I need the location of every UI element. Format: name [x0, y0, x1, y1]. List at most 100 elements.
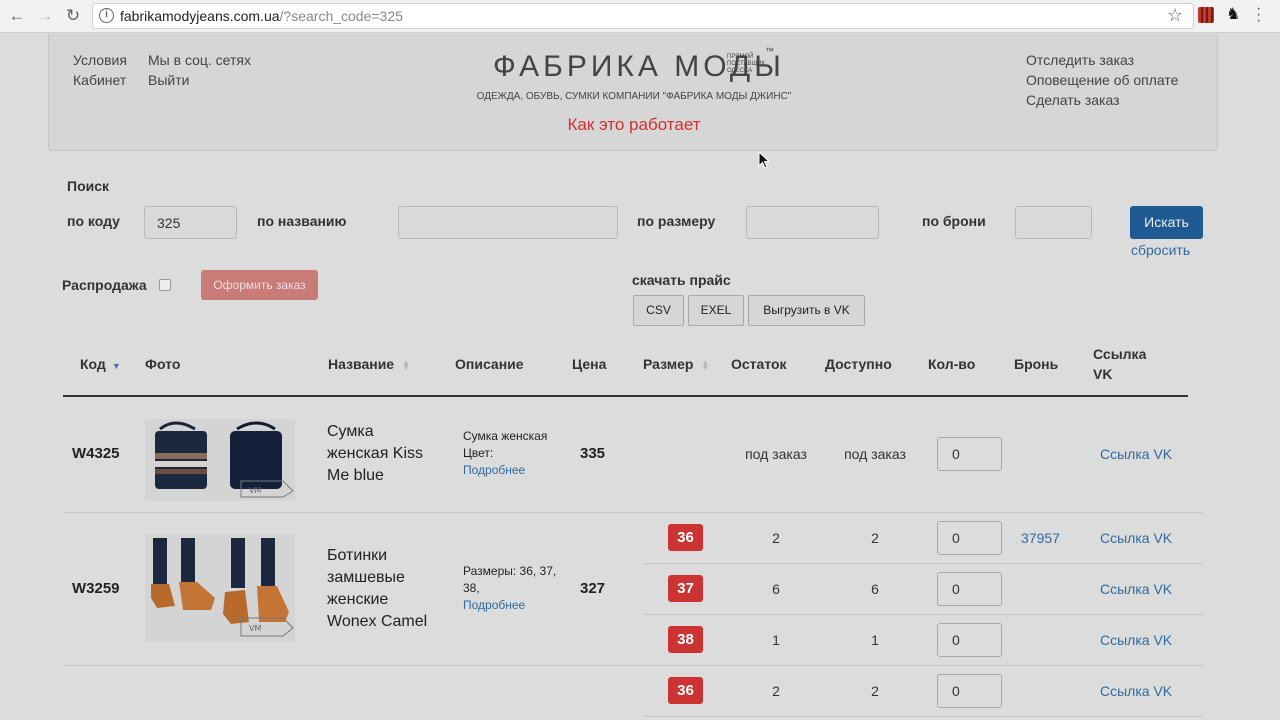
sort-desc-icon: ▼ — [111, 361, 121, 371]
vk-link[interactable]: Ссылка VK — [1100, 530, 1172, 546]
browser-toolbar: ← → ↻ i fabrikamodyjeans.com.ua/?search_… — [0, 0, 1280, 33]
by-code-label: по коду — [67, 213, 120, 229]
sort-icon: ▲ ▼ — [402, 358, 411, 373]
name-search-input[interactable] — [398, 206, 618, 239]
col-qty-header: Кол-во — [928, 356, 976, 372]
product-description: Размеры: 36, 37, 38, Подробнее — [463, 563, 567, 614]
quantity-input[interactable]: 0 — [937, 623, 1002, 657]
more-link[interactable]: Подробнее — [463, 462, 573, 479]
row-divider — [63, 665, 1203, 666]
available-cell: 1 — [871, 632, 879, 648]
vk-link[interactable]: Ссылка VK — [1100, 446, 1172, 462]
by-reservation-label: по брони — [922, 213, 986, 229]
vk-link[interactable]: Ссылка VK — [1100, 632, 1172, 648]
quantity-input[interactable]: 0 — [937, 674, 1002, 708]
forward-arrow-icon[interactable]: → — [34, 6, 56, 26]
search-button[interactable]: Искать — [1130, 206, 1203, 239]
col-code-header[interactable]: Код ▼ — [80, 354, 121, 376]
download-price-label: скачать прайс — [632, 272, 731, 288]
table-header-divider — [63, 395, 1188, 397]
code-search-input[interactable]: 325 — [144, 206, 237, 239]
sale-label: Распродажа — [62, 277, 147, 293]
product-price: 327 — [580, 580, 606, 597]
page: Условия Мы в соц. сетях Кабинет Выйти ФА… — [0, 34, 1280, 720]
product-price: 335 — [580, 445, 606, 462]
stock-cell: 2 — [772, 530, 780, 546]
size-badge: 36 — [668, 677, 703, 704]
product-description: Сумка женская Цвет: Подробнее — [463, 428, 573, 479]
col-reservation-header: Бронь — [1014, 356, 1059, 372]
extension-film-icon[interactable] — [1198, 7, 1214, 23]
search-title: Поиск — [67, 178, 110, 194]
col-price-header: Цена — [572, 356, 607, 372]
logo-subtext: ПРЯМОЙ ПОСТАВЩИК ОДЕССА — [727, 54, 766, 74]
info-icon[interactable]: i — [99, 8, 114, 23]
url-text: fabrikamodyjeans.com.ua/?search_code=325 — [120, 8, 403, 24]
place-order-button[interactable]: Оформить заказ — [201, 270, 318, 300]
reservation-link[interactable]: 37957 — [1021, 530, 1060, 546]
stock-cell: под заказ — [745, 446, 807, 462]
excel-button[interactable]: EXEL — [688, 295, 744, 326]
available-cell: 2 — [871, 530, 879, 546]
sale-checkbox[interactable] — [159, 279, 171, 291]
link-conditions[interactable]: Условия — [73, 52, 127, 68]
csv-button[interactable]: CSV — [633, 295, 684, 326]
stock-cell: 6 — [772, 581, 780, 597]
product-code: W3259 — [72, 580, 120, 597]
row-divider — [643, 563, 1203, 564]
col-size-header[interactable]: Размер ▲ ▼ — [643, 354, 709, 374]
link-track-order[interactable]: Отследить заказ — [1026, 52, 1134, 68]
col-photo-header: Фото — [145, 356, 181, 372]
product-photo-boots[interactable]: VM — [145, 534, 295, 642]
bookmark-star-icon[interactable]: ☆ — [1167, 5, 1183, 26]
available-cell: 6 — [871, 581, 879, 597]
reset-link[interactable]: сбросить — [1131, 242, 1190, 258]
quantity-input[interactable]: 0 — [937, 437, 1002, 471]
product-code: W4325 — [72, 445, 120, 462]
size-search-input[interactable] — [746, 206, 879, 239]
link-social[interactable]: Мы в соц. сетях — [148, 52, 251, 68]
link-make-order[interactable]: Сделать заказ — [1026, 92, 1120, 108]
vk-link[interactable]: Ссылка VK — [1100, 581, 1172, 597]
link-logout[interactable]: Выйти — [148, 72, 189, 88]
svg-text:VM: VM — [249, 486, 261, 495]
row-divider — [63, 512, 1203, 513]
how-it-works-link[interactable]: Как это работает — [469, 115, 799, 135]
link-payment-notice[interactable]: Оповещение об оплате — [1026, 72, 1178, 88]
svg-text:VM: VM — [249, 624, 261, 633]
quantity-input[interactable]: 0 — [937, 572, 1002, 606]
browser-menu-icon[interactable]: · · · — [1256, 1, 1261, 29]
col-description-header: Описание — [455, 356, 524, 372]
link-cabinet[interactable]: Кабинет — [73, 72, 126, 88]
address-bar[interactable]: i fabrikamodyjeans.com.ua/?search_code=3… — [92, 3, 1194, 29]
more-link[interactable]: Подробнее — [463, 597, 567, 614]
export-vk-button[interactable]: Выгрузить в VK — [748, 295, 865, 326]
site-header: Условия Мы в соц. сетях Кабинет Выйти ФА… — [48, 34, 1218, 151]
available-cell: 2 — [871, 683, 879, 699]
product-photo-bag[interactable]: VM — [145, 419, 295, 501]
reload-icon[interactable]: ↻ — [62, 6, 84, 26]
stock-cell: 2 — [772, 683, 780, 699]
tagline: ОДЕЖДА, ОБУВЬ, СУМКИ КОМПАНИИ "ФАБРИКА М… — [476, 91, 792, 102]
size-badge: 37 — [668, 575, 703, 602]
by-name-label: по названию — [257, 213, 347, 229]
available-cell: под заказ — [844, 446, 906, 462]
col-name-header[interactable]: Название ▲ ▼ — [328, 354, 410, 374]
col-stock-header: Остаток — [731, 356, 787, 372]
size-badge: 38 — [668, 626, 703, 653]
by-size-label: по размеру — [637, 213, 716, 229]
col-vk-header: Ссылка VK — [1093, 346, 1147, 382]
quantity-input[interactable]: 0 — [937, 521, 1002, 555]
product-name[interactable]: Сумка женская Kiss Me blue — [327, 421, 437, 487]
extension-horse-icon[interactable]: ♞ — [1226, 7, 1242, 23]
stock-cell: 1 — [772, 632, 780, 648]
back-arrow-icon[interactable]: ← — [6, 6, 28, 26]
reservation-search-input[interactable] — [1015, 206, 1092, 239]
row-divider — [643, 614, 1203, 615]
col-available-header: Доступно — [825, 356, 892, 372]
sort-icon: ▲ ▼ — [701, 358, 710, 373]
product-name[interactable]: Ботинки замшевые женские Wonex Camel — [327, 545, 437, 633]
row-divider — [643, 716, 1203, 717]
vk-link[interactable]: Ссылка VK — [1100, 683, 1172, 699]
logo-trademark: ™ — [765, 46, 774, 56]
